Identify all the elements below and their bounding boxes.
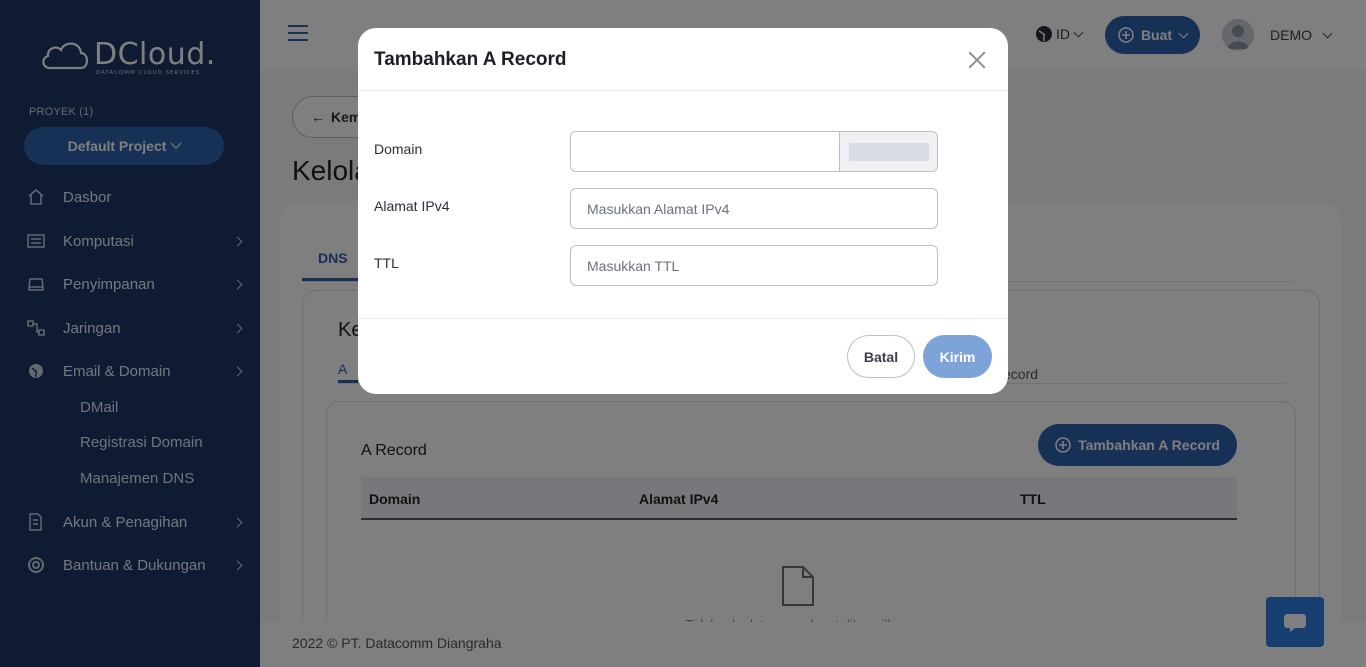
modal-header-divider	[358, 90, 1008, 91]
domain-suffix	[840, 132, 937, 171]
ttl-field[interactable]: Masukkan TTL	[570, 245, 938, 286]
ttl-placeholder: Masukkan TTL	[587, 257, 680, 274]
domain-label: Domain	[374, 141, 423, 157]
ipv4-label: Alamat IPv4	[374, 198, 450, 214]
cancel-button[interactable]: Batal	[847, 335, 915, 378]
domain-input-group	[570, 131, 938, 172]
domain-suffix-value	[848, 142, 929, 161]
modal-title: Tambahkan A Record	[374, 49, 567, 70]
domain-field[interactable]	[571, 132, 840, 171]
ttl-label: TTL	[374, 255, 399, 271]
add-a-record-modal: Tambahkan A Record Domain Alamat IPv4 Ma…	[358, 28, 1008, 394]
modal-footer-divider	[358, 318, 1008, 319]
ipv4-field[interactable]: Masukkan Alamat IPv4	[570, 188, 938, 229]
close-icon[interactable]	[966, 49, 988, 71]
submit-button[interactable]: Kirim	[923, 335, 992, 378]
ipv4-placeholder: Masukkan Alamat IPv4	[587, 200, 730, 217]
